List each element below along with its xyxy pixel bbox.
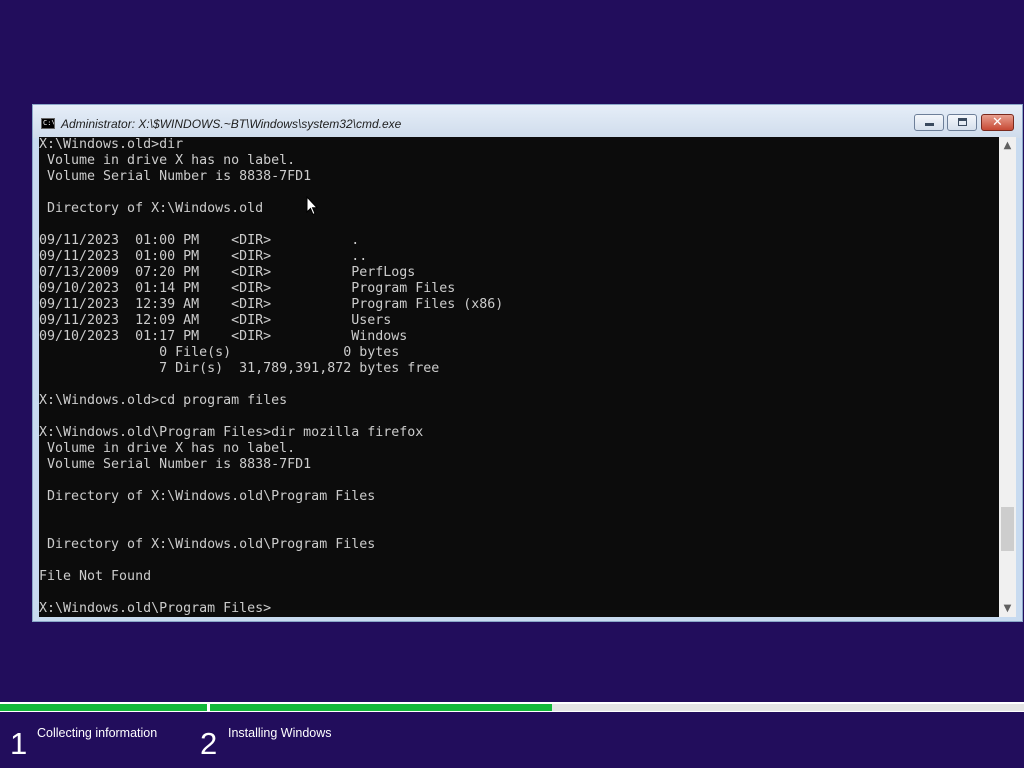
- window-title: Administrator: X:\$WINDOWS.~BT\Windows\s…: [61, 117, 402, 131]
- maximize-button[interactable]: [947, 114, 977, 131]
- maximize-icon: [958, 118, 967, 126]
- mouse-pointer-icon: [306, 196, 318, 216]
- console-output: X:\Windows.old>dir Volume in drive X has…: [39, 137, 504, 616]
- step-number: 1: [10, 726, 28, 761]
- minimize-icon: [925, 123, 934, 126]
- console-window[interactable]: C:\ Administrator: X:\$WINDOWS.~BT\Windo…: [32, 104, 1023, 622]
- step-number: 2: [200, 726, 218, 761]
- progress-step2-fill: [210, 704, 552, 711]
- progress-step1-fill: [0, 704, 207, 711]
- scroll-down-icon[interactable]: ▼: [999, 600, 1016, 617]
- scroll-up-icon[interactable]: ▲: [999, 137, 1016, 154]
- close-icon: ✕: [992, 115, 1003, 130]
- step-label: Collecting information: [37, 726, 158, 740]
- cmd-icon: C:\: [41, 118, 55, 129]
- minimize-button[interactable]: [914, 114, 944, 131]
- console-area[interactable]: X:\Windows.old>dir Volume in drive X has…: [39, 137, 999, 617]
- scroll-thumb[interactable]: [1001, 507, 1014, 551]
- close-button[interactable]: ✕: [981, 114, 1014, 131]
- setup-progress-bar: [0, 702, 1024, 712]
- step-label: Installing Windows: [228, 726, 332, 740]
- vertical-scrollbar[interactable]: ▲ ▼: [999, 137, 1016, 617]
- title-bar[interactable]: C:\ Administrator: X:\$WINDOWS.~BT\Windo…: [33, 105, 1022, 138]
